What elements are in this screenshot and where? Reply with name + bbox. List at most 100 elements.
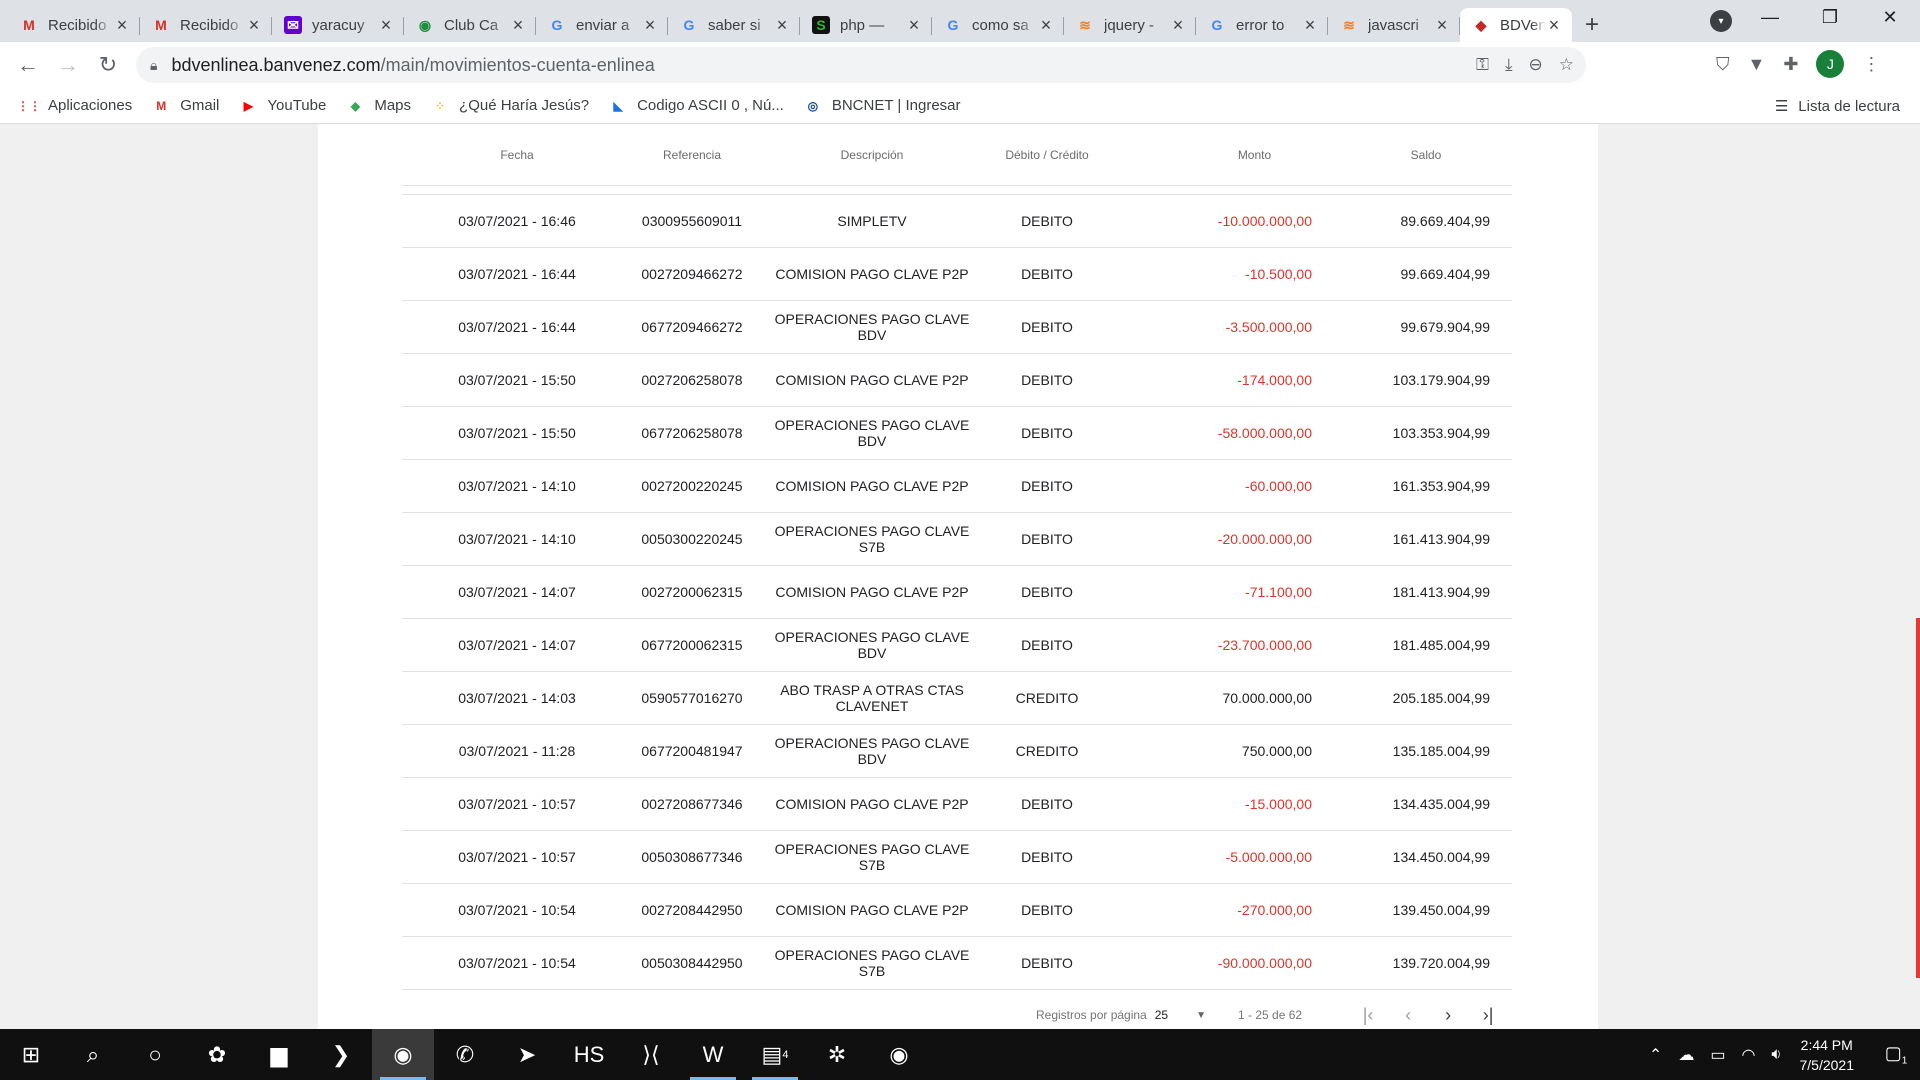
table-row[interactable]: 03/07/2021 - 14:03 0590577016270 ABO TRASP… xyxy=(402,672,1512,725)
table-row[interactable]: 03/07/2021 - 16:46 0300955609011 SIMPLETV D… xyxy=(402,195,1512,248)
tab-3[interactable]: ◉ Club Ca × xyxy=(404,8,536,42)
address-bar[interactable]: 🔒︎ bdvenlinea.banvenez.com /main/movimie… xyxy=(136,47,1586,83)
lock-icon[interactable]: 🔒︎ xyxy=(150,57,157,74)
search-icon[interactable]: ⌕ xyxy=(62,1029,124,1080)
table-row[interactable]: 03/07/2021 - 16:44 0027209466272 COMISION … xyxy=(402,248,1512,301)
previous-page-icon[interactable]: ‹ xyxy=(1388,1005,1428,1026)
table-row[interactable]: 03/07/2021 - 11:28 0677200481947 OPERACION… xyxy=(402,725,1512,778)
minimize-icon[interactable]: — xyxy=(1740,7,1800,28)
header-debito-credito[interactable]: Débito / Crédito xyxy=(992,148,1102,162)
close-tab-icon[interactable]: × xyxy=(1546,16,1562,34)
tab-6[interactable]: Sphp — × xyxy=(800,8,932,42)
table-row[interactable]: 03/07/2021 - 15:50 0027206258078 COMISION … xyxy=(402,354,1512,407)
vscode-icon[interactable]: ⟩⟨ xyxy=(620,1029,682,1080)
tab-2[interactable]: ✉ yaracuy × xyxy=(272,8,404,42)
chrome-icon[interactable]: ◉ xyxy=(372,1029,434,1080)
onedrive-icon[interactable]: ☁ xyxy=(1678,1045,1694,1065)
tab-7[interactable]: Gcomo sa × xyxy=(932,8,1064,42)
profile-avatar[interactable]: J xyxy=(1816,50,1845,78)
zoom-icon[interactable]: ⊖ xyxy=(1529,55,1543,75)
table-row[interactable]: 03/07/2021 - 14:10 0027200220245 COMISION … xyxy=(402,460,1512,513)
bookmark-item[interactable]: M Gmail xyxy=(152,97,219,115)
bookmark-item[interactable]: ⋮⋮ Aplicaciones xyxy=(17,97,132,115)
forward-icon[interactable]: → xyxy=(48,45,88,85)
bookmark-item[interactable]: ◆ Maps xyxy=(346,97,411,115)
tab-1[interactable]: M Recibido × xyxy=(140,8,272,42)
last-page-icon[interactable]: ›| xyxy=(1468,1005,1508,1026)
whatsapp-icon[interactable]: ✆ xyxy=(434,1029,496,1080)
table-row[interactable]: 03/07/2021 - 10:54 0027208442950 COMISION … xyxy=(402,884,1512,937)
battery-icon[interactable]: ▭ xyxy=(1710,1045,1725,1065)
close-window-icon[interactable]: ✕ xyxy=(1860,7,1920,28)
reload-icon[interactable]: ↻ xyxy=(88,45,128,85)
header-referencia[interactable]: Referencia xyxy=(632,148,752,162)
tab-search-icon[interactable]: ▾ xyxy=(1710,10,1732,32)
close-tab-icon[interactable]: × xyxy=(378,16,394,34)
bookmark-item[interactable]: ▶ YouTube xyxy=(239,97,327,115)
menu-kebab-icon[interactable]: ⋮ xyxy=(1862,54,1880,75)
wifi-icon[interactable]: ◠ xyxy=(1741,1045,1755,1065)
tab-5[interactable]: Gsaber si × xyxy=(668,8,800,42)
tab-9[interactable]: Gerror to × xyxy=(1196,8,1328,42)
table-row[interactable]: 03/07/2021 - 10:54 0050308442950 OPERACION… xyxy=(402,937,1512,990)
notification-center-icon[interactable]: ▢1 xyxy=(1872,1043,1920,1067)
table-row[interactable]: 03/07/2021 - 15:50 0677206258078 OPERACION… xyxy=(402,407,1512,460)
new-tab-icon[interactable]: + xyxy=(1572,8,1612,42)
bookmark-item[interactable]: ⁘ ¿Qué Haría Jesús? xyxy=(431,97,589,115)
paint-icon[interactable]: ✿ xyxy=(186,1029,248,1080)
clock[interactable]: 2:44 PM 7/5/2021 xyxy=(1800,1035,1855,1075)
tab-11[interactable]: ◆ BDVenL× xyxy=(1460,8,1572,42)
notepad-icon[interactable]: ▤ 4 xyxy=(744,1029,806,1080)
telegram-icon[interactable]: ➤ xyxy=(496,1029,558,1080)
header-monto[interactable]: Monto xyxy=(1102,148,1312,162)
header-saldo[interactable]: Saldo xyxy=(1312,148,1490,162)
header-fecha[interactable]: Fecha xyxy=(402,148,632,162)
bookmark-item[interactable]: ◎ BNCNET | Ingresar xyxy=(804,97,961,115)
close-tab-icon[interactable]: × xyxy=(1038,16,1054,34)
close-tab-icon[interactable]: × xyxy=(642,16,658,34)
page-scrollbar-thumb[interactable] xyxy=(1916,618,1920,978)
powershell-icon[interactable]: ❯ xyxy=(310,1029,372,1080)
restore-icon[interactable]: ❐ xyxy=(1800,7,1860,28)
bookmark-star-icon[interactable]: ☆ xyxy=(1559,55,1574,75)
table-row[interactable]: 03/07/2021 - 14:07 0677200062315 OPERACION… xyxy=(402,619,1512,672)
close-tab-icon[interactable]: × xyxy=(906,16,922,34)
vuejs-extension-icon[interactable]: ▼ xyxy=(1748,54,1766,75)
bookmark-item[interactable]: ◣ Codigo ASCII 0 , Nú... xyxy=(609,97,783,115)
heidisql-icon[interactable]: HS xyxy=(558,1029,620,1080)
next-page-icon[interactable]: › xyxy=(1428,1005,1468,1026)
close-tab-icon[interactable]: × xyxy=(1302,16,1318,34)
task-view-icon[interactable]: ○ xyxy=(124,1029,186,1080)
close-tab-icon[interactable]: × xyxy=(246,16,262,34)
table-row[interactable]: 03/07/2021 - 10:57 0050308677346 OPERACION… xyxy=(402,831,1512,884)
start-icon[interactable]: ⊞ xyxy=(0,1029,62,1080)
tab-10[interactable]: ≋ javascri × xyxy=(1328,8,1460,42)
table-row[interactable]: 03/07/2021 - 14:07 0027200062315 COMISION … xyxy=(402,566,1512,619)
table-row[interactable]: 03/07/2021 - 14:10 0050300220245 OPERACION… xyxy=(402,513,1512,566)
close-tab-icon[interactable]: × xyxy=(1170,16,1186,34)
tab-4[interactable]: Genviar a × xyxy=(536,8,668,42)
header-descripcion[interactable]: Descripción xyxy=(752,148,992,162)
tray-overflow-icon[interactable]: ⌃ xyxy=(1649,1045,1662,1065)
word-icon[interactable]: W xyxy=(682,1029,744,1080)
page-size-dropdown-icon[interactable]: ▼ xyxy=(1196,1010,1206,1021)
close-tab-icon[interactable]: × xyxy=(774,16,790,34)
extensions-puzzle-icon[interactable]: ✚ xyxy=(1783,54,1798,75)
tab-8[interactable]: ≋ jquery - × xyxy=(1064,8,1196,42)
first-page-icon[interactable]: |‹ xyxy=(1348,1005,1388,1026)
slack-icon[interactable]: ✲ xyxy=(806,1029,868,1080)
key-icon[interactable]: ⚿ xyxy=(1476,55,1489,75)
file-explorer-icon[interactable]: ▆ xyxy=(248,1029,310,1080)
table-row[interactable]: 03/07/2021 - 10:57 0027208677346 COMISION … xyxy=(402,778,1512,831)
back-icon[interactable]: ← xyxy=(8,45,48,85)
volume-icon[interactable]: 🔉︎ xyxy=(1771,1046,1781,1064)
table-row[interactable]: 03/07/2021 - 16:44 0677209466272 OPERACION… xyxy=(402,301,1512,354)
reading-list[interactable]: ☰ Lista de lectura xyxy=(1775,88,1900,124)
shield-extension-icon[interactable]: ⛉ xyxy=(1716,54,1730,75)
tab-0[interactable]: M Recibido × xyxy=(8,8,140,42)
close-tab-icon[interactable]: × xyxy=(1434,16,1450,34)
chrome-alt-icon[interactable]: ◉ xyxy=(868,1029,930,1080)
close-tab-icon[interactable]: × xyxy=(114,16,130,34)
page-size-select[interactable]: 25 xyxy=(1155,1008,1168,1022)
install-icon[interactable]: ⤓ xyxy=(1505,55,1513,75)
